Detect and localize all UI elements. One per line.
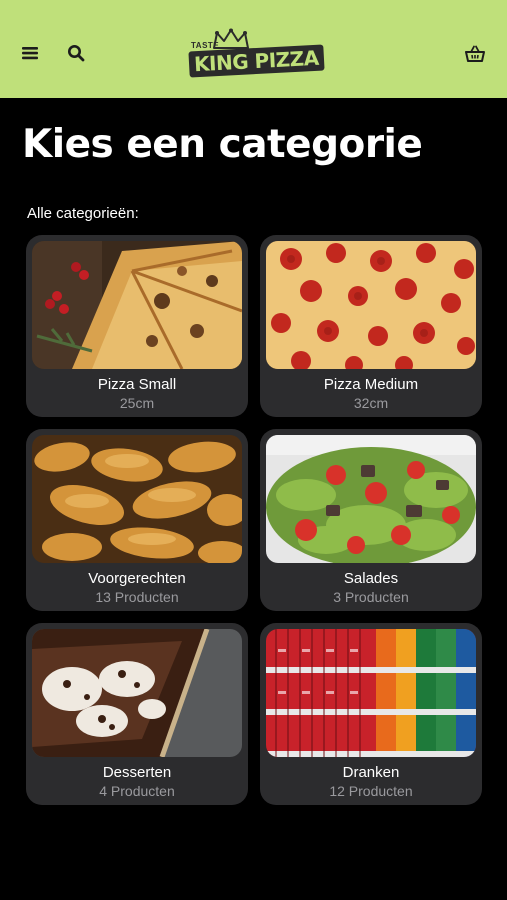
category-name: Dranken [342, 764, 400, 781]
pizza-slices-image [32, 241, 242, 369]
logo-tagline: TASTE [191, 41, 220, 50]
pepperoni-pizza-image [266, 241, 476, 369]
drink-shelves-image [266, 629, 476, 757]
king-pizza-logo[interactable]: TASTE KING PIZZA [188, 28, 325, 78]
basket-icon [465, 45, 485, 62]
page-title: Kies een categorie [22, 122, 423, 167]
section-label: Alle categorieën: [27, 205, 139, 222]
category-card-pizza-small[interactable]: Pizza Small 25cm [26, 235, 248, 417]
category-name: Desserten [102, 764, 172, 781]
category-subtitle: 32cm [353, 395, 389, 411]
category-subtitle: 13 Producten [95, 589, 179, 605]
category-subtitle: 25cm [119, 395, 155, 411]
category-name: Pizza Medium [323, 376, 419, 393]
tiramisu-image [32, 629, 242, 757]
category-grid: Pizza Small 25cm Pizza Medium 32cm Voorg… [26, 235, 482, 805]
hamburger-menu-button[interactable] [14, 37, 46, 69]
category-subtitle: 12 Producten [329, 783, 413, 799]
search-button[interactable] [60, 37, 92, 69]
category-name: Salades [343, 570, 399, 587]
roasted-potatoes-image [32, 435, 242, 563]
category-card-salades[interactable]: Salades 3 Producten [260, 429, 482, 611]
category-card-pizza-medium[interactable]: Pizza Medium 32cm [260, 235, 482, 417]
category-card-dranken[interactable]: Dranken 12 Producten [260, 623, 482, 805]
logo-wordmark: KING PIZZA [188, 44, 325, 78]
category-card-desserten[interactable]: Desserten 4 Producten [26, 623, 248, 805]
search-icon [68, 45, 85, 62]
category-name: Voorgerechten [88, 570, 186, 587]
basket-button[interactable] [459, 38, 491, 70]
category-name: Pizza Small [97, 376, 177, 393]
category-card-voorgerechten[interactable]: Voorgerechten 13 Producten [26, 429, 248, 611]
app-header: TASTE KING PIZZA [0, 0, 507, 98]
salad-image [266, 435, 476, 563]
category-subtitle: 3 Producten [333, 589, 409, 605]
hamburger-menu-icon [22, 47, 38, 60]
category-subtitle: 4 Producten [99, 783, 175, 799]
